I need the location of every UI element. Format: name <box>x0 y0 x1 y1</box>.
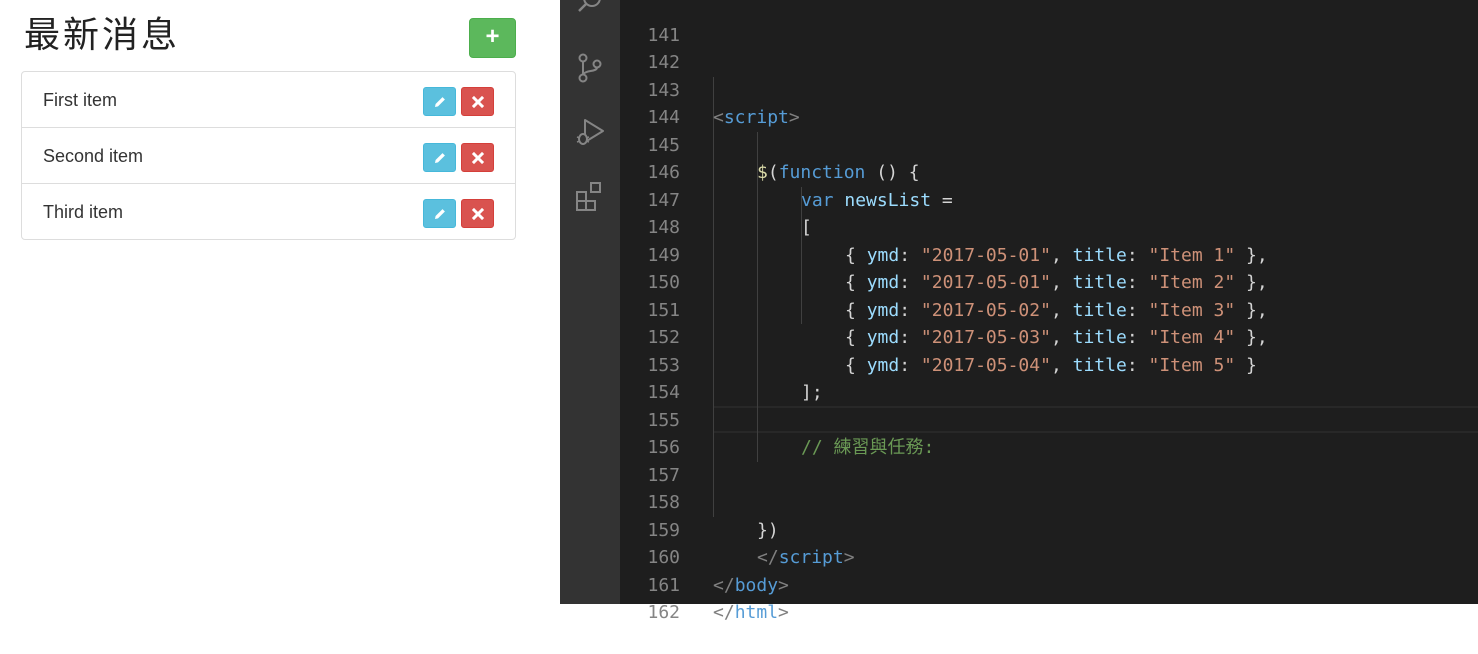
edit-button[interactable] <box>423 199 456 228</box>
list-item: Third item <box>22 183 515 239</box>
code-line[interactable]: 156 <box>620 407 1478 458</box>
tag-bracket: > <box>778 602 789 623</box>
code-line[interactable]: 142 <box>620 22 1478 73</box>
add-item-button[interactable]: + <box>469 18 516 58</box>
web-preview: 最新消息 + First item Second item Third item <box>0 0 560 604</box>
activity-bar <box>560 0 620 604</box>
code-line[interactable]: 155 // 練習與任務: <box>620 379 1478 459</box>
code-line[interactable]: 160 </body> <box>620 517 1478 596</box>
pencil-icon <box>434 97 445 107</box>
source-control-icon[interactable] <box>574 52 606 84</box>
x-icon <box>471 151 484 165</box>
edit-button[interactable] <box>423 143 456 172</box>
page-title: 最新消息 <box>24 15 181 56</box>
code-line[interactable]: 141 <box>620 0 1478 46</box>
list-item-label: First item <box>43 90 117 110</box>
code-line[interactable]: 154 <box>620 352 1478 403</box>
code-line[interactable]: 152 { ymd: "2017-05-04", title: "Item 5"… <box>620 297 1478 376</box>
code-line[interactable]: 159 </script> <box>620 489 1478 569</box>
delete-button[interactable] <box>461 87 494 116</box>
x-icon <box>471 95 484 109</box>
pencil-icon <box>434 153 445 163</box>
code-line[interactable]: 158 }) <box>620 462 1478 541</box>
search-icon[interactable] <box>574 0 606 18</box>
x-icon <box>471 207 484 221</box>
code-text: </html> <box>713 599 789 627</box>
code-line[interactable]: 147 [ <box>620 159 1478 239</box>
delete-button[interactable] <box>461 143 494 172</box>
list-item: Second item <box>22 127 515 183</box>
code-line[interactable]: 151 { ymd: "2017-05-03", title: "Item 4"… <box>620 269 1478 349</box>
code-line[interactable]: 148 { ymd: "2017-05-01", title: "Item 1"… <box>620 187 1478 266</box>
tag-bracket: </ <box>713 602 735 623</box>
edit-button[interactable] <box>423 87 456 116</box>
code-line[interactable]: 146 var newsList = <box>620 132 1478 211</box>
code-line[interactable]: 161 </html> <box>620 544 1478 624</box>
delete-button[interactable] <box>461 199 494 228</box>
list-item-label: Second item <box>43 146 144 166</box>
code-line[interactable]: 143 <script> <box>620 49 1478 129</box>
pencil-icon <box>434 209 445 219</box>
run-debug-icon[interactable] <box>574 116 606 148</box>
code-line[interactable]: 149 { ymd: "2017-05-01", title: "Item 2"… <box>620 214 1478 294</box>
list-item-label: Third item <box>43 202 124 222</box>
code-line[interactable]: 145 $(function () { <box>620 104 1478 184</box>
line-number: 162 <box>647 602 680 623</box>
code-line[interactable]: 144 <box>620 77 1478 128</box>
news-list: First item Second item Third item <box>21 71 516 240</box>
extensions-icon[interactable] <box>574 180 606 212</box>
list-item: First item <box>22 72 515 127</box>
plus-icon: + <box>485 23 500 50</box>
code-line[interactable]: 162 <box>620 572 1478 623</box>
tag-name: html <box>734 602 779 623</box>
code-line[interactable]: 157 <box>620 434 1478 486</box>
code-line[interactable]: 150 { ymd: "2017-05-02", title: "Item 3"… <box>620 242 1478 321</box>
code-editor[interactable]: 141 142 143 <script> 144 145 $(function … <box>620 0 1478 624</box>
code-line[interactable]: 153 ]; <box>620 324 1478 404</box>
